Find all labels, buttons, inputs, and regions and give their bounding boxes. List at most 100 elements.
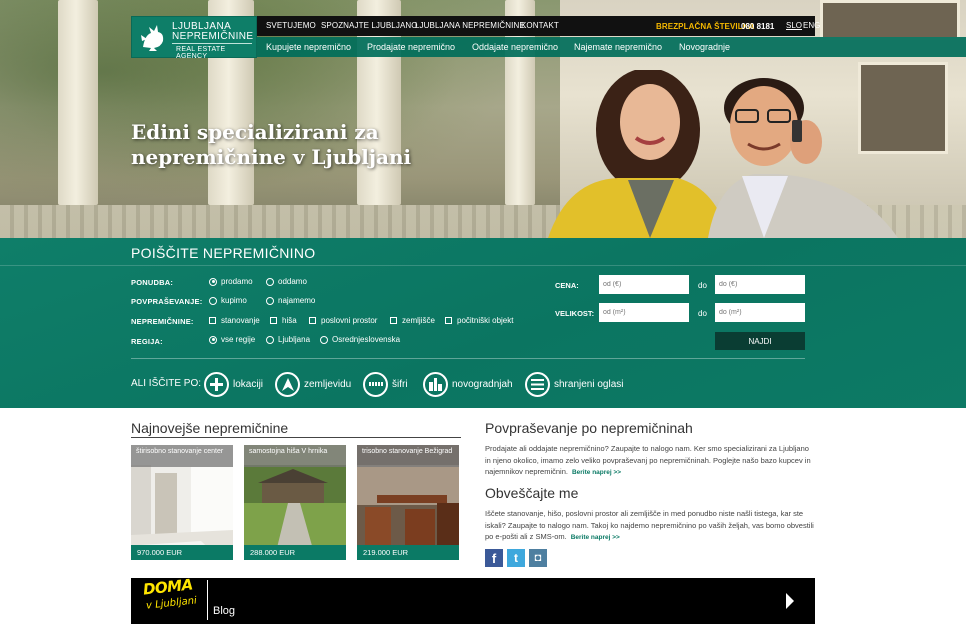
- inquiry-paragraph: Prodajate ali oddajate nepremičnino? Zau…: [485, 444, 811, 476]
- radio-checked-icon: [209, 335, 217, 344]
- radio-najamemo[interactable]: najamemo: [266, 296, 315, 305]
- search-divider: [131, 358, 805, 359]
- subnav-kupujete[interactable]: Kupujete nepremično: [266, 42, 351, 52]
- lang-eng[interactable]: ENG: [803, 21, 820, 30]
- option-label: vse regije: [221, 335, 256, 344]
- latest-title-underline: [131, 437, 461, 438]
- hero-heading: Edini specializirani za nepremičnine v L…: [131, 120, 411, 170]
- logo-text: NEPREMIČNINE: [172, 31, 254, 42]
- twitter-icon[interactable]: t: [507, 549, 525, 567]
- map-pin-icon: [275, 371, 300, 397]
- inquiry-title: Povpraševanje po nepremičninah: [485, 420, 693, 436]
- free-phone-label: BREZPLAČNA ŠTEVILKA: [656, 22, 755, 31]
- logo-divider: [172, 43, 252, 44]
- listing-caption: samostojna hiša V hrnika: [244, 445, 346, 467]
- hero-heading-line: Edini specializirani za: [131, 120, 379, 144]
- alt-search-label: ALI IŠČITE PO:: [131, 378, 202, 389]
- alt-link-label: shranjeni oglasi: [554, 378, 624, 390]
- listing-caption: štirisobno stanovanje center: [131, 445, 233, 467]
- radio-kupimo[interactable]: kupimo: [209, 296, 247, 305]
- radio-osrednjeslovenska[interactable]: Osrednjeslovenska: [320, 335, 400, 344]
- listing-card[interactable]: samostojna hiša V hrnika 288.000 EUR: [244, 445, 346, 560]
- option-label: Ljubljana: [278, 335, 311, 344]
- price-to-input[interactable]: [715, 275, 805, 294]
- subnav-prodajate[interactable]: Prodajate nepremično: [367, 42, 455, 52]
- nav-svetujemo[interactable]: SVETUJEMO: [266, 21, 316, 30]
- blog-divider: [207, 580, 208, 620]
- alt-link-label: novogradnjah: [452, 378, 513, 390]
- option-label: zemljišče: [402, 316, 435, 325]
- nepremicnine-label: NEPREMIČNINE:: [131, 317, 194, 326]
- search-by-new-builds[interactable]: novogradnjah: [423, 371, 513, 397]
- option-label: oddamo: [278, 277, 307, 286]
- option-label: prodamo: [221, 277, 253, 286]
- checkbox-icon: [309, 317, 316, 324]
- option-label: najamemo: [278, 296, 316, 305]
- price-from-input[interactable]: [599, 275, 689, 294]
- option-label: hiša: [282, 316, 297, 325]
- size-to-input[interactable]: [715, 303, 805, 322]
- notify-read-more-link[interactable]: Berite naprej >>: [571, 534, 620, 541]
- search-by-map[interactable]: zemljevidu: [275, 371, 351, 397]
- plus-icon: [204, 371, 229, 397]
- check-poslovni-prostor[interactable]: poslovni prostor: [309, 316, 377, 325]
- hero-column: [58, 0, 98, 205]
- nav-ljubljana-nepremicnine[interactable]: LJUBLJANA NEPREMIČNINE: [415, 21, 525, 30]
- lang-slo[interactable]: SLO: [786, 21, 802, 30]
- listing-card[interactable]: trisobno stanovanje Bežigrad 219.000 EUR: [357, 445, 459, 560]
- hero-people-photo: [548, 70, 898, 238]
- saved-list-icon: [525, 371, 550, 397]
- search-by-code[interactable]: šifri: [363, 371, 408, 397]
- radio-ljubljana[interactable]: Ljubljana: [266, 335, 310, 344]
- velikost-label: VELIKOST:: [555, 309, 595, 318]
- building-window: [820, 0, 960, 40]
- ponudba-label: PONUDBA:: [131, 278, 174, 287]
- alt-link-label: šifri: [392, 378, 408, 390]
- radio-prodamo[interactable]: prodamo: [209, 277, 253, 286]
- logo-tagline: REAL ESTATE AGENCY: [176, 46, 226, 60]
- blog-banner[interactable]: [131, 578, 815, 624]
- saved-listings[interactable]: shranjeni oglasi: [525, 371, 624, 397]
- radio-unchecked-icon: [266, 296, 274, 305]
- site-logo[interactable]: LJUBLJANA NEPREMIČNINE REAL ESTATE AGENC…: [131, 16, 257, 60]
- search-by-location[interactable]: lokaciji: [204, 371, 263, 397]
- search-title: POIŠČITE NEPREMIČNINO: [131, 245, 316, 261]
- radio-unchecked-icon: [209, 296, 217, 305]
- radio-unchecked-icon: [266, 277, 274, 286]
- option-label: kupimo: [221, 296, 247, 305]
- hero-heading-line: nepremičnine v Ljubljani: [131, 145, 412, 169]
- size-from-input[interactable]: [599, 303, 689, 322]
- arrow-right-icon[interactable]: [786, 593, 794, 609]
- free-phone-number[interactable]: 080 8181: [741, 22, 774, 31]
- check-hisa[interactable]: hiša: [270, 316, 297, 325]
- search-title-divider: [0, 265, 966, 266]
- listing-price: 288.000 EUR: [244, 545, 346, 560]
- check-stanovanje[interactable]: stanovanje: [209, 316, 260, 325]
- radio-vse-regije[interactable]: vse regije: [209, 335, 255, 344]
- radio-oddamo[interactable]: oddamo: [266, 277, 307, 286]
- notify-text: Iščete stanovanje, hišo, poslovni prosto…: [485, 508, 815, 544]
- listing-card[interactable]: štirisobno stanovanje center 970.000 EUR: [131, 445, 233, 560]
- nav-kontakt[interactable]: KONTAKT: [521, 21, 559, 30]
- facebook-icon[interactable]: f: [485, 549, 503, 567]
- option-label: poslovni prostor: [321, 316, 378, 325]
- alt-link-label: lokaciji: [233, 378, 264, 390]
- check-pocitniski-objekt[interactable]: počitniški objekt: [445, 316, 513, 325]
- radio-unchecked-icon: [320, 335, 328, 344]
- search-submit-button[interactable]: NAJDI: [715, 332, 805, 350]
- instagram-icon[interactable]: ◘: [529, 549, 547, 567]
- radio-unchecked-icon: [266, 335, 274, 344]
- price-to-label: do: [698, 281, 707, 290]
- check-zemljisce[interactable]: zemljišče: [390, 316, 435, 325]
- building-icon: [423, 371, 448, 397]
- subnav-novogradnje[interactable]: Novogradnje: [679, 42, 730, 52]
- nav-spoznajte-ljubljano[interactable]: SPOZNAJTE LJUBLJANO: [321, 21, 418, 30]
- subnav-najemate[interactable]: Najemate nepremično: [574, 42, 662, 52]
- subnav-oddajate[interactable]: Oddajate nepremično: [472, 42, 558, 52]
- alt-link-label: zemljevidu: [304, 378, 352, 390]
- option-label: stanovanje: [221, 316, 260, 325]
- dragon-icon: [141, 25, 164, 51]
- checkbox-icon: [270, 317, 277, 324]
- inquiry-read-more-link[interactable]: Berite naprej >>: [572, 469, 621, 476]
- listing-price: 970.000 EUR: [131, 545, 233, 560]
